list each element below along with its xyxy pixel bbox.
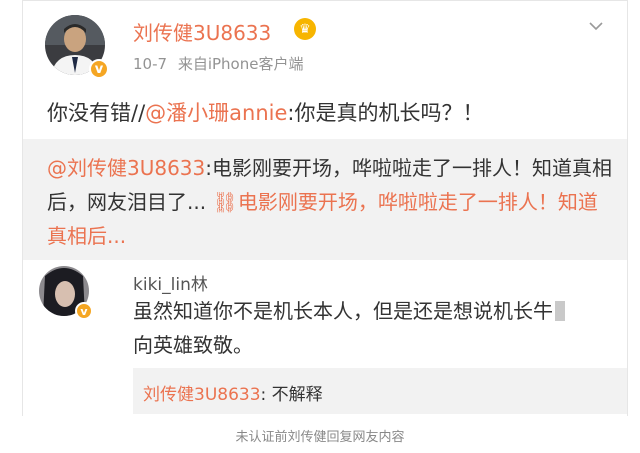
comment-text: 虽然知道你不是机长本人，但是还是想说机长牛 向英雄致敬。: [133, 294, 617, 362]
post-text-suffix: :你是真的机长吗？！: [287, 101, 484, 125]
post-time: 10-7: [133, 55, 168, 73]
comment-block: v kiki_lin林 虽然知道你不是机长本人，但是还是想说机长牛 向英雄致敬。…: [23, 260, 627, 416]
reply-text: 刘传健3U8633: 不解释: [143, 380, 323, 405]
reply-username[interactable]: 刘传健3U8633: [143, 385, 261, 405]
post-text: 你没有错//@潘小珊annie:你是真的机长吗？！: [47, 97, 483, 127]
image-caption: 未认证前刘传健回复网友内容: [235, 430, 405, 445]
post-text-prefix: 你没有错//: [47, 101, 146, 125]
reply-body: : 不解释: [260, 385, 323, 405]
repost-block[interactable]: @刘传健3U8633:电影刚要开场，哗啦啦走了一排人！知道真相后，网友泪目了..…: [23, 139, 627, 260]
repost-mention-link[interactable]: @刘传健3U8633: [47, 156, 205, 180]
chevron-down-icon[interactable]: [589, 19, 603, 33]
verified-badge-icon: v: [89, 59, 109, 79]
post-source: 来自iPhone客户端: [177, 55, 304, 73]
author-avatar-wrap[interactable]: v: [45, 15, 109, 79]
comment-line2: 向英雄致敬。: [133, 333, 253, 357]
crown-icon: ♛: [294, 18, 316, 40]
reply-block[interactable]: 刘传健3U8633: 不解释: [133, 368, 627, 414]
commenter-verified-icon: v: [75, 302, 93, 320]
comment-line1: 虽然知道你不是机长本人，但是还是想说机长牛: [133, 299, 553, 323]
redaction-mark: [555, 301, 565, 321]
commenter-avatar-wrap[interactable]: v: [39, 266, 93, 320]
link-icon: ⛓: [212, 190, 238, 214]
commenter-username[interactable]: kiki_lin林: [133, 270, 208, 295]
post-mention-link[interactable]: @潘小珊annie: [145, 101, 287, 125]
post-meta: 10-7 来自iPhone客户端: [133, 53, 309, 74]
repost-text: @刘传健3U8633:电影刚要开场，哗啦啦走了一排人！知道真相后，网友泪目了..…: [47, 151, 617, 253]
weibo-card: v 刘传健3U8633 ♛ 10-7 来自iPhone客户端 你没有错//@潘小…: [22, 0, 628, 416]
post-username[interactable]: 刘传健3U8633: [133, 17, 271, 46]
